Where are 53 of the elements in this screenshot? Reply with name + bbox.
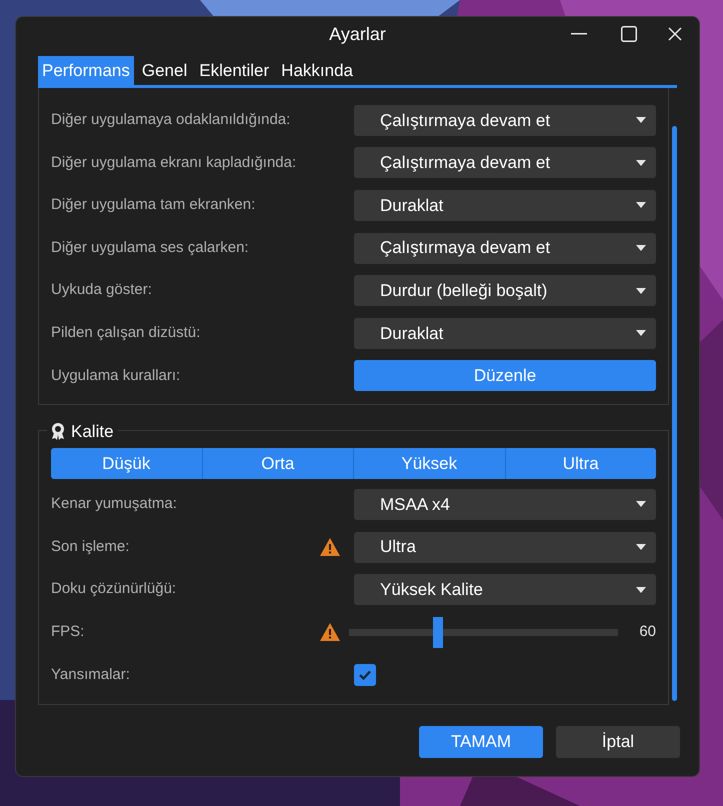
setting-label: Doku çözünürlüğü: bbox=[51, 579, 178, 600]
slider-thumb[interactable] bbox=[432, 616, 443, 648]
setting-label: Diğer uygulama ses çalarken: bbox=[51, 238, 250, 258]
caret-icon bbox=[636, 501, 646, 508]
cancel-button[interactable]: İptal bbox=[556, 726, 680, 758]
tab[interactable]: Performans bbox=[38, 56, 134, 85]
setting-label: Uygulama kuralları: bbox=[51, 366, 182, 386]
window-title: Ayarlar bbox=[329, 22, 386, 46]
dropdown[interactable]: Duraklat bbox=[354, 190, 656, 221]
caret-icon bbox=[636, 245, 646, 252]
ok-button[interactable]: TAMAM bbox=[419, 726, 543, 758]
setting-label: Yansımalar: bbox=[51, 664, 131, 685]
tab[interactable]: Genel bbox=[138, 56, 192, 85]
dropdown[interactable]: Ultra bbox=[354, 532, 656, 563]
dropdown[interactable]: Çalıştırmaya devam et bbox=[354, 104, 656, 136]
caret-icon bbox=[636, 160, 646, 166]
caret-icon bbox=[636, 330, 646, 336]
setting-label: FPS: bbox=[51, 622, 86, 642]
setting-label: Pilden çalışan dizüstü: bbox=[51, 323, 202, 344]
dropdown[interactable]: Duraklat bbox=[354, 318, 656, 349]
caret-icon bbox=[636, 117, 646, 124]
scrollbar[interactable] bbox=[672, 126, 677, 701]
dropdown[interactable]: Yüksek Kalite bbox=[354, 574, 656, 606]
slider-track[interactable] bbox=[349, 616, 618, 648]
maximize-icon[interactable] bbox=[621, 26, 637, 42]
setting-label: Son işleme: bbox=[51, 536, 130, 557]
caret-icon bbox=[636, 202, 646, 208]
setting-label: Diğer uygulama ekranı kapladığında: bbox=[51, 152, 298, 173]
close-icon[interactable] bbox=[668, 27, 682, 41]
dropdown[interactable]: Çalıştırmaya devam et bbox=[354, 147, 656, 178]
minimize-icon[interactable] bbox=[571, 33, 587, 35]
preset-button[interactable]: Yüksek bbox=[353, 448, 504, 480]
setting-label: Uykuda göster: bbox=[51, 280, 153, 300]
dropdown[interactable]: Durdur (belleği boşalt) bbox=[354, 275, 656, 306]
preset-button[interactable]: Düşük bbox=[51, 448, 202, 480]
checkbox[interactable] bbox=[354, 664, 376, 686]
edit-button[interactable]: Düzenle bbox=[354, 360, 656, 392]
caret-icon bbox=[636, 544, 646, 550]
tab[interactable]: Hakkında bbox=[277, 56, 357, 85]
tab[interactable]: Eklentiler bbox=[195, 56, 274, 85]
caret-icon bbox=[636, 586, 646, 593]
slider-value: 60 bbox=[639, 622, 656, 642]
dropdown[interactable]: MSAA x4 bbox=[354, 488, 656, 520]
setting-label: Kenar yumuşatma: bbox=[51, 494, 178, 514]
check-icon bbox=[359, 670, 371, 680]
preset-button[interactable]: Ultra bbox=[504, 448, 656, 480]
dropdown[interactable]: Çalıştırmaya devam et bbox=[354, 232, 656, 264]
setting-label: Diğer uygulama tam ekranken: bbox=[51, 195, 256, 216]
preset-button[interactable]: Orta bbox=[202, 448, 353, 480]
setting-label: Diğer uygulamaya odaklanıldığında: bbox=[51, 110, 292, 130]
award-icon bbox=[51, 423, 65, 440]
section-title: Kalite bbox=[71, 421, 114, 444]
caret-icon bbox=[636, 288, 646, 294]
